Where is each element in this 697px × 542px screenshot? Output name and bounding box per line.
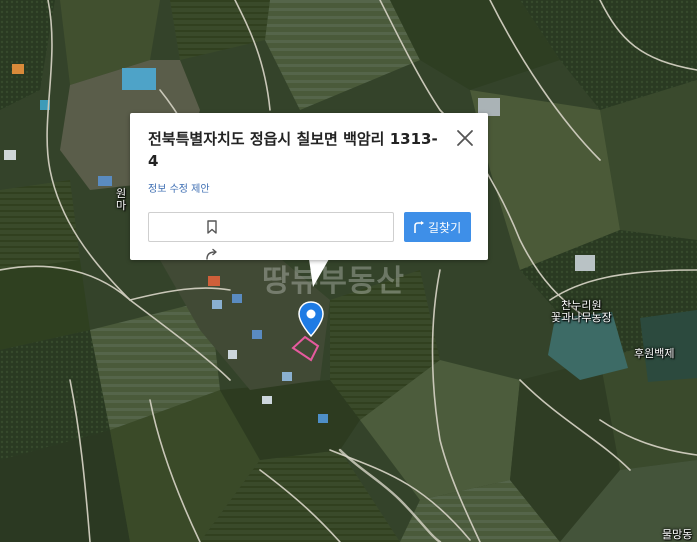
watermark: 땅뷰부동산	[262, 264, 405, 299]
village-label-line-2: 마	[116, 199, 127, 212]
cemetery-label: 후원백제	[634, 347, 675, 360]
popup-title: 전북특별자치도 정읍시 칠보면 백암리 1313-4	[148, 130, 438, 170]
address-popup: 전북특별자치도 정읍시 칠보면 백암리 1313-4 정보 수정 제안 길찾기	[130, 113, 488, 260]
location-pin-icon[interactable]	[298, 301, 324, 337]
route-arrow-icon	[414, 221, 424, 233]
popup-action-bar	[148, 212, 394, 260]
bottom-right-label: 물망동	[662, 528, 693, 541]
bookmark-icon[interactable]	[204, 219, 220, 235]
directions-button-label: 길찾기	[428, 221, 462, 235]
village-label: 원 마	[116, 188, 126, 212]
directions-button[interactable]: 길찾기	[404, 212, 471, 242]
farm-label: 찬누리원 꽃과나무농장	[551, 300, 612, 324]
farm-label-line-2: 꽃과나무농장	[551, 311, 612, 324]
share-icon[interactable]	[204, 247, 220, 263]
close-icon[interactable]	[455, 128, 475, 148]
edit-suggestion-link[interactable]: 정보 수정 제안	[148, 180, 210, 195]
